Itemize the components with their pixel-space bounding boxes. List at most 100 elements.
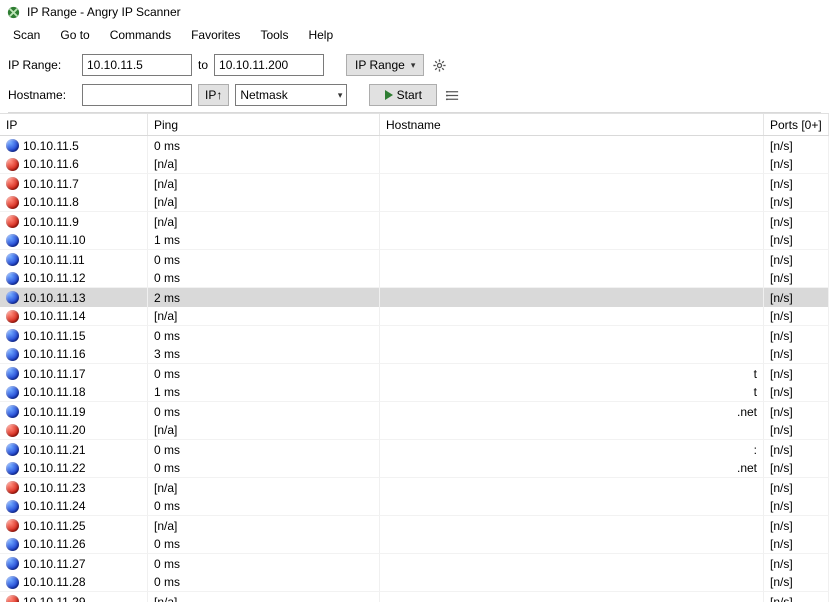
titlebar: IP Range - Angry IP Scanner bbox=[0, 0, 829, 24]
cell-ping: 1 ms bbox=[148, 231, 380, 250]
cell-ip: 10.10.11.25 bbox=[0, 516, 148, 535]
chevron-down-icon: ▾ bbox=[338, 90, 343, 101]
ip-up-button[interactable]: IP↑ bbox=[198, 84, 229, 106]
cell-hostname bbox=[380, 136, 764, 155]
fetchers-icon[interactable] bbox=[443, 84, 461, 106]
table-row[interactable]: 10.10.11.7[n/a][n/s] bbox=[0, 174, 829, 193]
cell-ports: [n/s] bbox=[764, 288, 829, 307]
status-red-icon bbox=[6, 158, 19, 171]
cell-ip: 10.10.11.20 bbox=[0, 421, 148, 440]
ip-from-input[interactable] bbox=[82, 54, 192, 76]
cell-ports: [n/s] bbox=[764, 136, 829, 155]
cell-ping: 0 ms bbox=[148, 459, 380, 478]
table-row[interactable]: 10.10.11.170 mst[n/s] bbox=[0, 364, 829, 383]
gear-icon[interactable] bbox=[430, 54, 448, 76]
menu-go-to[interactable]: Go to bbox=[51, 26, 98, 44]
menu-bar: ScanGo toCommandsFavoritesToolsHelp bbox=[0, 24, 829, 46]
table-row[interactable]: 10.10.11.20[n/a][n/s] bbox=[0, 421, 829, 440]
table-row[interactable]: 10.10.11.10 1 ms [n/s] bbox=[0, 231, 829, 250]
table-row[interactable]: 10.10.11.50 ms[n/s] bbox=[0, 136, 829, 155]
table-row[interactable]: 10.10.11.29[n/a][n/s] bbox=[0, 592, 829, 602]
table-row[interactable]: 10.10.11.110 ms[n/s] bbox=[0, 250, 829, 269]
ip-text: 10.10.11.22 bbox=[23, 461, 86, 475]
cell-ping: 0 ms bbox=[148, 250, 380, 269]
to-label: to bbox=[198, 58, 208, 72]
window-title: IP Range - Angry IP Scanner bbox=[27, 5, 181, 19]
cell-ping: [n/a] bbox=[148, 212, 380, 231]
column-header-ping[interactable]: Ping bbox=[148, 114, 380, 135]
ip-text: 10.10.11.5 bbox=[23, 139, 79, 153]
ip-text: 10.10.11.16 bbox=[23, 347, 86, 361]
status-blue-icon bbox=[6, 139, 19, 152]
menu-help[interactable]: Help bbox=[299, 26, 342, 44]
column-header-ip[interactable]: IP bbox=[0, 114, 148, 135]
cell-ports: [n/s] bbox=[764, 250, 829, 269]
table-row[interactable]: 10.10.11.220 ms.net[n/s] bbox=[0, 459, 829, 478]
cell-ports: [n/s] bbox=[764, 326, 829, 345]
ip-text: 10.10.11.6 bbox=[23, 157, 79, 171]
status-blue-icon bbox=[6, 443, 19, 456]
cell-ip: 10.10.11.6 bbox=[0, 155, 148, 174]
table-row[interactable]: 10.10.11.25[n/a][n/s] bbox=[0, 516, 829, 535]
cell-ip: 10.10.11.5 bbox=[0, 136, 148, 155]
table-row[interactable]: 10.10.11.163 ms[n/s] bbox=[0, 345, 829, 364]
status-blue-icon bbox=[6, 538, 19, 551]
menu-commands[interactable]: Commands bbox=[101, 26, 180, 44]
cell-ping: 0 ms bbox=[148, 535, 380, 554]
status-blue-icon bbox=[6, 386, 19, 399]
ip-to-input[interactable] bbox=[214, 54, 324, 76]
cell-hostname: .net bbox=[380, 402, 764, 421]
cell-ip: 10.10.11.22 bbox=[0, 459, 148, 478]
table-row[interactable]: 10.10.11.6[n/a][n/s] bbox=[0, 155, 829, 174]
start-button[interactable]: Start bbox=[369, 84, 437, 106]
table-row[interactable]: 10.10.11.150 ms[n/s] bbox=[0, 326, 829, 345]
column-header-ports[interactable]: Ports [0+] bbox=[764, 114, 829, 135]
cell-ports: [n/s] bbox=[764, 592, 829, 602]
cell-ports: [n/s] bbox=[764, 174, 829, 193]
table-row[interactable]: 10.10.11.14[n/a][n/s] bbox=[0, 307, 829, 326]
menu-scan[interactable]: Scan bbox=[4, 26, 49, 44]
cell-ip: 10.10.11.15 bbox=[0, 326, 148, 345]
cell-ping: 1 ms bbox=[148, 383, 380, 402]
status-blue-icon bbox=[6, 329, 19, 342]
table-row[interactable]: 10.10.11.270 ms[n/s] bbox=[0, 554, 829, 573]
ip-text: 10.10.11.25 bbox=[23, 519, 86, 533]
cell-hostname bbox=[380, 193, 764, 212]
table-row[interactable]: 10.10.11.9[n/a][n/s] bbox=[0, 212, 829, 231]
ip-text: 10.10.11.20 bbox=[23, 423, 86, 437]
table-row[interactable]: 10.10.11.240 ms[n/s] bbox=[0, 497, 829, 516]
cell-ip: 10.10.11.21 bbox=[0, 440, 148, 459]
table-row[interactable]: 10.10.11.120 ms[n/s] bbox=[0, 269, 829, 288]
table-row[interactable]: 10.10.11.23[n/a][n/s] bbox=[0, 478, 829, 497]
ip-range-label: IP Range: bbox=[8, 58, 76, 72]
ip-range-mode-button[interactable]: IP Range ▾ bbox=[346, 54, 424, 76]
cell-ping: 0 ms bbox=[148, 364, 380, 383]
table-row[interactable]: 10.10.11.132 ms[n/s] bbox=[0, 288, 829, 307]
cell-ports: [n/s] bbox=[764, 383, 829, 402]
table-row[interactable]: 10.10.11.210 ms:[n/s] bbox=[0, 440, 829, 459]
table-row[interactable]: 10.10.11.181 mst[n/s] bbox=[0, 383, 829, 402]
status-blue-icon bbox=[6, 253, 19, 266]
cell-hostname bbox=[380, 250, 764, 269]
cell-ip: 10.10.11.8 bbox=[0, 193, 148, 212]
menu-favorites[interactable]: Favorites bbox=[182, 26, 249, 44]
cell-ip: 10.10.11.28 bbox=[0, 573, 148, 592]
cell-ports: [n/s] bbox=[764, 231, 829, 250]
table-row[interactable]: 10.10.11.190 ms.net[n/s] bbox=[0, 402, 829, 421]
status-red-icon bbox=[6, 424, 19, 437]
cell-ping: [n/a] bbox=[148, 174, 380, 193]
table-row[interactable]: 10.10.11.8[n/a][n/s] bbox=[0, 193, 829, 212]
netmask-combo[interactable]: Netmask ▾ bbox=[235, 84, 347, 106]
menu-tools[interactable]: Tools bbox=[251, 26, 297, 44]
cell-ip: 10.10.11.16 bbox=[0, 345, 148, 364]
hostname-input[interactable] bbox=[82, 84, 192, 106]
table-row[interactable]: 10.10.11.280 ms[n/s] bbox=[0, 573, 829, 592]
cell-ip: 10.10.11.23 bbox=[0, 478, 148, 497]
cell-hostname: : bbox=[380, 440, 764, 459]
column-header-hostname[interactable]: Hostname bbox=[380, 114, 764, 135]
table-row[interactable]: 10.10.11.260 ms[n/s] bbox=[0, 535, 829, 554]
cell-hostname bbox=[380, 592, 764, 602]
ip-text: 10.10.11.10 bbox=[23, 233, 86, 247]
cell-ping: [n/a] bbox=[148, 155, 380, 174]
table-body: 10.10.11.50 ms[n/s]10.10.11.6[n/a][n/s]1… bbox=[0, 136, 829, 602]
